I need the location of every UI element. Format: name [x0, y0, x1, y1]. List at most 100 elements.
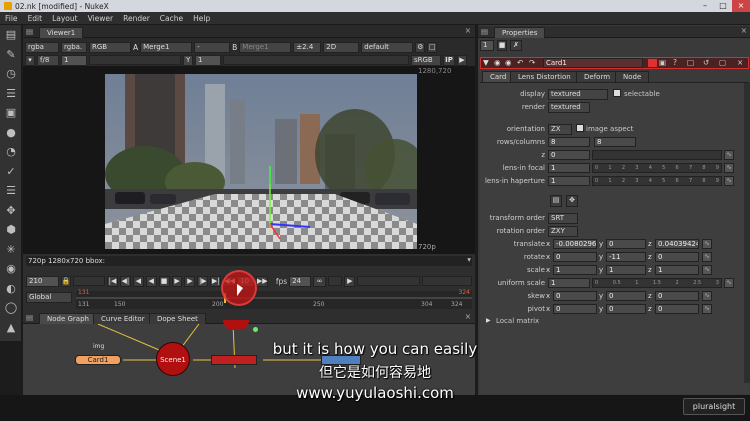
transform-node-icon[interactable]: ✥ [0, 201, 22, 221]
transform-handle-icon[interactable]: ▤ [550, 195, 562, 207]
tab-dope-sheet[interactable]: Dope Sheet [149, 313, 206, 324]
node-maximize-icon[interactable]: ▢ [719, 58, 726, 67]
menu-render[interactable]: Render [118, 12, 155, 25]
menu-layout[interactable]: Layout [47, 12, 83, 25]
orientation-dropdown[interactable]: ZX [548, 124, 572, 135]
z-slider[interactable] [592, 150, 722, 160]
other-node-icon[interactable]: ▲ [0, 318, 22, 338]
rotate-animation-icon[interactable]: ∿ [702, 252, 712, 262]
menu-file[interactable]: File [0, 12, 23, 25]
loop-mode-icon[interactable]: ∞ [313, 275, 326, 287]
pivot-x-field[interactable]: 0 [553, 304, 597, 314]
in-out-slider[interactable] [72, 276, 106, 286]
translate-animation-icon[interactable]: ∿ [702, 239, 712, 249]
viewer-settings-icon[interactable]: ⚙ [415, 41, 426, 53]
view-mode-dropdown[interactable]: 2D [323, 41, 360, 53]
card1-node[interactable]: Card1 [75, 355, 121, 365]
render-dropdown[interactable]: textured [548, 102, 590, 113]
channels-dropdown[interactable]: rgba [25, 41, 59, 53]
local-matrix-expand-icon[interactable]: ▶ [486, 317, 491, 324]
props-pane-menu-icon[interactable]: ▤ [481, 27, 488, 36]
local-matrix-label[interactable]: Local matrix [496, 317, 539, 325]
properties-scrollbar[interactable] [744, 83, 750, 383]
next-keyframe-icon[interactable]: |▶ [197, 275, 209, 287]
fps-field[interactable]: 24 [289, 275, 312, 287]
uniform-scale-slider[interactable]: 0 0.5 1 1.5 2 2.5 3 [592, 278, 722, 288]
lens-haperture-field[interactable]: 1 [548, 176, 590, 186]
node-color-icon[interactable] [648, 59, 657, 67]
stop-icon[interactable]: ■ [158, 275, 170, 287]
pivot-y-field[interactable]: 0 [606, 304, 646, 314]
rows-field[interactable]: 8 [548, 137, 590, 147]
node-float-icon[interactable]: □ [687, 58, 694, 67]
range-mode-dropdown[interactable]: Global [26, 291, 72, 303]
last-frame-icon[interactable]: ▶| [210, 275, 222, 287]
transform-order-dropdown[interactable]: SRT [548, 213, 578, 224]
rotation-order-dropdown[interactable]: ZXY [548, 226, 578, 237]
status-dropdown-icon[interactable]: ▾ [467, 255, 471, 264]
lens-haperture-animation-icon[interactable]: ∿ [724, 176, 734, 186]
display-dropdown[interactable]: textured [548, 89, 608, 100]
uniform-scale-animation-icon[interactable]: ∿ [724, 278, 734, 288]
menu-edit[interactable]: Edit [23, 12, 48, 25]
next-frame-icon[interactable]: ▶ [184, 275, 196, 287]
lock-range-icon[interactable]: 🔒 [60, 275, 71, 287]
pane-menu-icon[interactable]: ▤ [26, 27, 33, 36]
viewer-extra-icon[interactable]: ▶ [457, 54, 467, 66]
node-close-icon[interactable]: × [737, 58, 743, 67]
scene1-node[interactable]: Scene1 [156, 342, 190, 376]
scale-y-field[interactable]: 1 [606, 265, 646, 275]
scale-z-field[interactable]: 1 [655, 265, 699, 275]
gamma-slider[interactable] [223, 55, 409, 65]
translate-z-field[interactable]: 0.04039424 [655, 239, 699, 249]
tab-viewer1[interactable]: Viewer1 [39, 27, 84, 38]
menu-viewer[interactable]: Viewer [83, 12, 119, 25]
image-aspect-checkbox[interactable] [576, 124, 584, 132]
compare-mode-dropdown[interactable]: - [194, 41, 231, 53]
selectable-checkbox[interactable] [613, 89, 621, 97]
views-node-icon[interactable]: ◐ [0, 279, 22, 299]
tab-deform[interactable]: Deform [576, 71, 619, 82]
menu-cache[interactable]: Cache [155, 12, 188, 25]
tab-properties[interactable]: Properties [494, 27, 546, 38]
timeline-bar[interactable]: 131 324 131 150 200 250 304 324 [76, 289, 472, 309]
columns-field[interactable]: 8 [594, 137, 636, 147]
lens-focal-slider[interactable]: 0 1 2 3 4 5 6 7 8 9 [592, 163, 722, 173]
props-lock-icon[interactable]: ■ [497, 40, 507, 51]
props-clear-icon[interactable]: ✗ [510, 40, 522, 51]
dot-node[interactable] [253, 327, 258, 332]
gain-field[interactable]: 1 [61, 54, 87, 66]
prev-frame-icon[interactable]: ◀ [132, 275, 144, 287]
node-help-icon[interactable]: ? [673, 58, 677, 67]
lut-dropdown[interactable]: default [361, 41, 414, 53]
keyer-node-icon[interactable]: ◔ [0, 142, 22, 162]
lens-haperture-slider[interactable]: 0 1 2 3 4 5 6 7 8 9 [592, 176, 722, 186]
nodegraph-close-icon[interactable]: × [465, 312, 471, 321]
current-frame-field[interactable]: 210 [26, 275, 59, 287]
z-field[interactable]: 0 [548, 150, 590, 160]
node-revert-icon[interactable]: ↺ [703, 58, 709, 67]
close-button[interactable]: × [732, 0, 750, 12]
maximize-button[interactable]: □ [714, 0, 732, 12]
metadata-node-icon[interactable]: ◯ [0, 298, 22, 318]
menu-help[interactable]: Help [188, 12, 215, 25]
pivot-animation-icon[interactable]: ∿ [702, 304, 712, 314]
first-frame-icon[interactable]: |◀ [107, 275, 118, 287]
tab-node[interactable]: Node [615, 71, 650, 82]
nodegraph-pane-menu-icon[interactable]: ▤ [26, 313, 33, 322]
draw-node-icon[interactable]: ✎ [0, 45, 22, 65]
node-swatch-icon[interactable]: ▣ [659, 58, 666, 67]
z-animation-icon[interactable]: ∿ [724, 150, 734, 160]
node-undo-icon[interactable]: ↶ [517, 58, 523, 67]
time-node-icon[interactable]: ◷ [0, 64, 22, 84]
gain-slider[interactable] [89, 55, 181, 65]
flipbook-icon[interactable]: ▶ [344, 275, 356, 287]
input-b-dropdown[interactable]: Merge1 [239, 41, 292, 53]
3d-node-icon[interactable]: ⬢ [0, 220, 22, 240]
deep-node-icon[interactable]: ◉ [0, 259, 22, 279]
fstop-toggle-icon[interactable]: ▾ [25, 54, 35, 66]
node-name-field[interactable]: Card1 [543, 58, 643, 68]
lens-focal-animation-icon[interactable]: ∿ [724, 163, 734, 173]
max-panels-field[interactable]: 1 [480, 40, 494, 51]
node-center-icon[interactable]: ◉ [505, 58, 512, 67]
